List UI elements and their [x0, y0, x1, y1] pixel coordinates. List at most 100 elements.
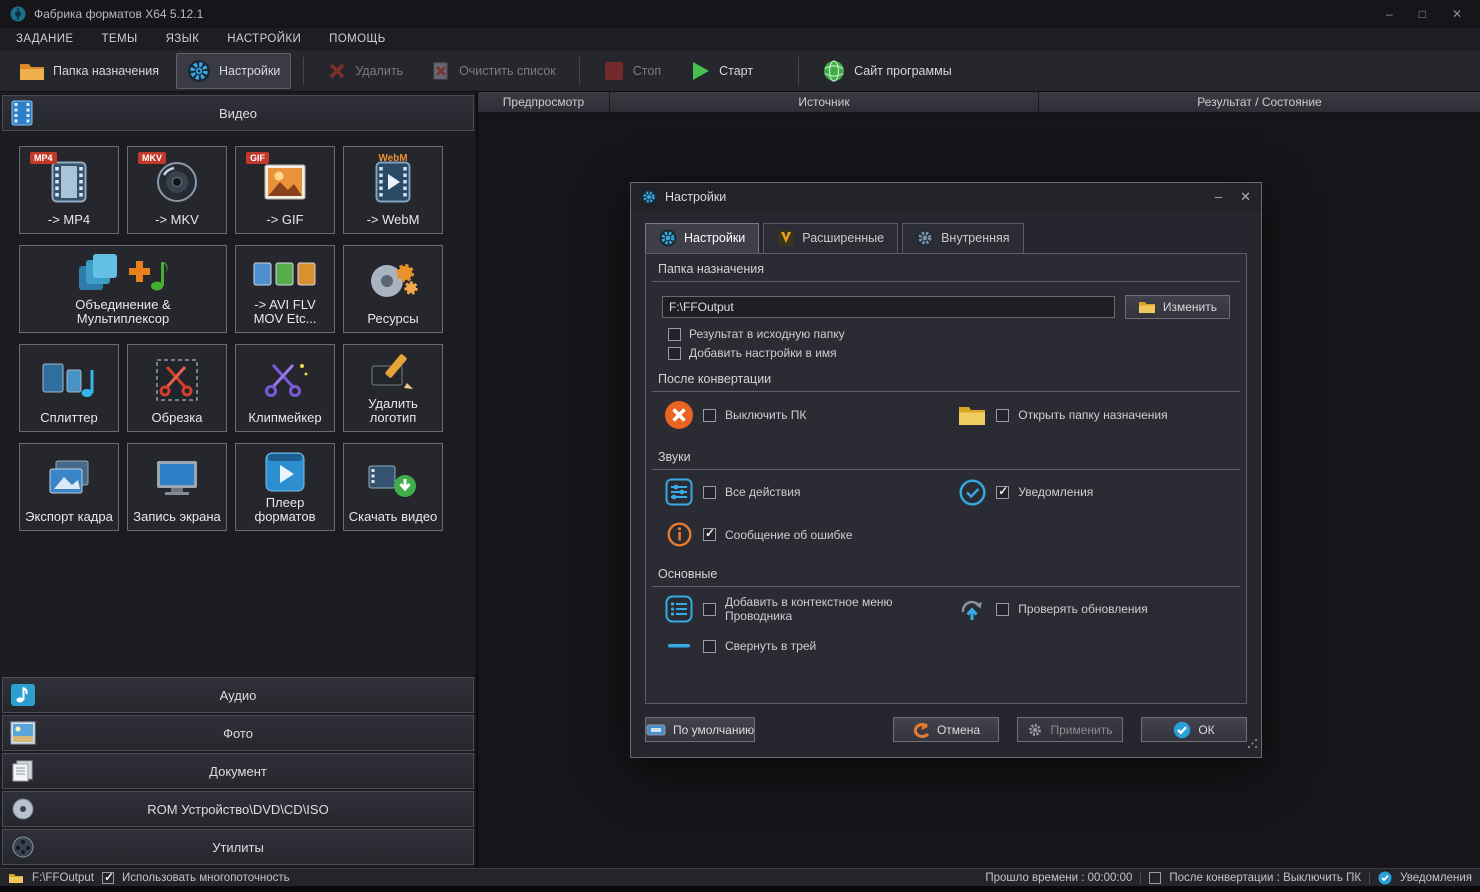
status-separator [1140, 871, 1142, 884]
ok-button[interactable]: ОК [1141, 717, 1247, 742]
status-dest-path: F:\FFOutput [32, 871, 94, 884]
option-check-updates: Проверять обновления [957, 596, 1228, 622]
tile-label: Запись экрана [133, 509, 221, 525]
ok-button-label: ОК [1198, 722, 1215, 737]
settings-tab-panel: Папка назначения Изменить Результат в ис… [645, 253, 1247, 704]
dialog-controls: – ✕ [1215, 189, 1251, 205]
minimize-tray-checkbox[interactable] [703, 639, 716, 653]
clear-list-button[interactable]: Очистить список [420, 55, 567, 87]
multithread-checkbox[interactable] [102, 870, 114, 884]
menu-themes[interactable]: ТЕМЫ [102, 33, 138, 45]
tile-crop[interactable]: Обрезка [127, 344, 227, 432]
apply-button[interactable]: Применить [1017, 717, 1123, 742]
add-settings-to-name-row: Добавить настройки в имя [668, 346, 1246, 360]
section-rom-device[interactable]: ROM Устройство\DVD\CD\ISO [2, 791, 474, 827]
menu-task[interactable]: ЗАДАНИЕ [16, 33, 74, 45]
dialog-minimize-button[interactable]: – [1215, 189, 1222, 205]
stop-label: Стоп [632, 63, 662, 78]
column-header-source[interactable]: Источник [610, 92, 1039, 112]
option-notifications: Уведомления [957, 478, 1228, 506]
cancel-button[interactable]: Отмена [893, 717, 999, 742]
stop-button[interactable]: Стоп [592, 54, 672, 88]
tab-advanced[interactable]: Расширенные [763, 223, 899, 253]
notifications-checkbox[interactable] [996, 484, 1010, 499]
dialog-footer: По умолчанию Отмена Применить ОК [631, 704, 1261, 757]
error-message-checkbox[interactable] [703, 526, 716, 541]
tile-export-frame[interactable]: Экспорт кадра [19, 443, 119, 531]
app-window: Фабрика форматов X64 5.12.1 – □ ✕ ЗАДАНИ… [0, 0, 1480, 892]
dialog-close-button[interactable]: ✕ [1240, 189, 1251, 205]
list-icon [664, 595, 694, 623]
section-document-label: Документ [209, 763, 267, 779]
close-button[interactable]: ✕ [1452, 7, 1462, 21]
tile-to-mkv[interactable]: MKV -> MKV [127, 146, 227, 234]
dialog-resize-grip[interactable] [1247, 736, 1258, 754]
column-header-preview[interactable]: Предпросмотр [478, 92, 610, 112]
tile-screen-record[interactable]: Запись экрана [127, 443, 227, 531]
settings-button[interactable]: Настройки [176, 52, 292, 89]
section-utilities[interactable]: Утилиты [2, 829, 474, 865]
shutdown-pc-checkbox[interactable] [703, 408, 716, 422]
default-button[interactable]: По умолчанию [645, 717, 756, 742]
option-minimize-tray: Свернуть в трей [664, 639, 957, 653]
option-label: Открыть папку назначения [1018, 408, 1168, 422]
check-updates-checkbox[interactable] [996, 602, 1010, 616]
menu-language[interactable]: ЯЗЫК [166, 33, 200, 45]
section-audio[interactable]: Аудио [2, 677, 474, 713]
context-menu-checkbox[interactable] [703, 602, 716, 616]
tile-label: -> MKV [155, 212, 199, 228]
default-button-label: По умолчанию [673, 722, 755, 737]
option-label: Проверять обновления [1018, 602, 1148, 616]
section-rom-label: ROM Устройство\DVD\CD\ISO [147, 801, 329, 817]
remove-label: Удалить [355, 63, 404, 78]
section-document[interactable]: Документ [2, 753, 474, 789]
tile-resources[interactable]: Ресурсы [343, 245, 443, 333]
tile-to-gif[interactable]: GIF -> GIF [235, 146, 335, 234]
gear-icon [1027, 722, 1043, 738]
website-button[interactable]: Сайт программы [811, 53, 963, 89]
tab-settings[interactable]: Настройки [645, 223, 760, 253]
section-photo[interactable]: Фото [2, 715, 474, 751]
maximize-button[interactable]: □ [1419, 7, 1426, 21]
section-video[interactable]: Видео [2, 95, 474, 131]
after-convert-options: Выключить ПК Открыть папку назначения [646, 392, 1246, 438]
tile-clipmaker[interactable]: Клипмейкер [235, 344, 335, 432]
video-tools-grid: MP4 -> MP4 MKV -> MKV GIF -> GIF WebM ->… [2, 132, 474, 531]
dest-folder-button[interactable]: Папка назначения [8, 55, 170, 87]
tile-download-video[interactable]: Скачать видео [343, 443, 443, 531]
tile-to-webm[interactable]: WebM -> WebM [343, 146, 443, 234]
tile-format-player[interactable]: Плеер форматов [235, 443, 335, 531]
menu-settings[interactable]: НАСТРОЙКИ [227, 33, 301, 45]
tile-splitter[interactable]: Сплиттер [19, 344, 119, 432]
status-notifications-label[interactable]: Уведомления [1400, 872, 1472, 884]
tile-to-mp4[interactable]: MP4 -> MP4 [19, 146, 119, 234]
dialog-gear-icon [641, 189, 657, 205]
tile-label: -> MP4 [47, 212, 91, 228]
open-dest-folder-checkbox[interactable] [996, 408, 1010, 422]
tile-to-avi-flv-mov[interactable]: -> AVI FLV MOV Etc... [235, 245, 335, 333]
column-header-result[interactable]: Результат / Состояние [1039, 92, 1480, 112]
section-dest-folder: Папка назначения [652, 262, 1240, 282]
change-folder-button[interactable]: Изменить [1124, 295, 1230, 319]
after-convert-checkbox[interactable] [1149, 871, 1162, 884]
start-button[interactable]: Старт [678, 54, 764, 88]
start-label: Старт [719, 63, 754, 78]
tile-mux-merge[interactable]: Объединение & Мультиплексор [19, 245, 227, 333]
dest-folder-row: Изменить [662, 295, 1230, 319]
notification-bell-icon [1378, 871, 1392, 885]
result-to-source-checkbox[interactable] [668, 327, 681, 341]
option-shutdown-pc: Выключить ПК [664, 400, 957, 430]
change-folder-label: Изменить [1162, 300, 1217, 314]
add-settings-to-name-checkbox[interactable] [668, 346, 681, 360]
tile-remove-logo[interactable]: Удалить логотип [343, 344, 443, 432]
dest-path-input[interactable] [662, 296, 1115, 318]
section-utilities-label: Утилиты [212, 839, 264, 855]
minimize-button[interactable]: – [1386, 7, 1393, 21]
play-icon [689, 60, 711, 82]
remove-button[interactable]: Удалить [316, 55, 414, 87]
taskbar-strip [0, 886, 1480, 892]
menu-help[interactable]: ПОМОЩЬ [329, 33, 385, 45]
tab-label: Настройки [684, 231, 746, 245]
all-actions-checkbox[interactable] [703, 485, 716, 499]
tab-internal[interactable]: Внутренняя [902, 223, 1024, 253]
